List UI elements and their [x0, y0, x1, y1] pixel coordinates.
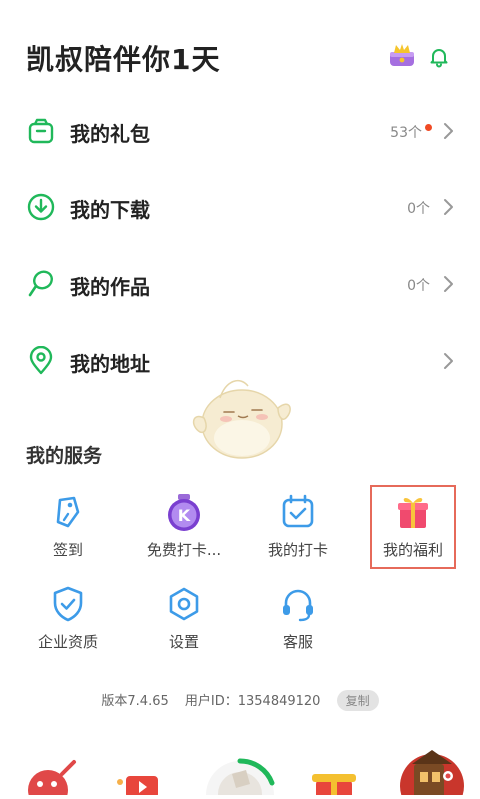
chevron-right-icon — [442, 273, 456, 295]
service-label: 企业资质 — [37, 633, 98, 651]
services-section-title: 我的服务 — [26, 445, 103, 467]
menu-item-count: 53个 — [390, 125, 422, 141]
menu-item-count: 0个 — [407, 201, 430, 217]
headset-icon — [278, 584, 318, 624]
menu-item-count: 0个 — [407, 278, 430, 294]
user-id-text: 用户ID：1354849120 — [184, 694, 321, 709]
service-settings[interactable]: 设置 — [126, 578, 242, 666]
service-sign-in[interactable]: 签到 — [10, 486, 126, 574]
page-title: 凯叔陪伴你1天 — [26, 43, 221, 76]
service-label: 客服 — [282, 633, 313, 651]
bell-icon[interactable] — [428, 46, 450, 68]
menu-item-label: 我的下载 — [70, 198, 150, 222]
app-info-line: 版本7.4.65 用户ID：1354849120 复制 — [0, 690, 480, 711]
service-my-welfare[interactable]: 我的福利 — [370, 485, 456, 569]
tab-gift-icon[interactable] — [312, 774, 356, 799]
gift-box-icon — [393, 492, 433, 532]
menu-item-label: 我的作品 — [70, 275, 150, 299]
mascot-illustration — [186, 372, 296, 464]
service-my-checkin[interactable]: 我的打卡 — [240, 486, 356, 574]
menu-item-label: 我的礼包 — [70, 122, 150, 146]
settings-icon — [164, 584, 204, 624]
chevron-right-icon — [442, 120, 456, 142]
crown-gift-icon[interactable] — [387, 42, 417, 70]
shield-check-icon — [48, 584, 88, 624]
k-badge-icon: K — [164, 492, 204, 532]
chevron-right-icon — [442, 350, 456, 372]
service-customer-support[interactable]: 客服 — [240, 578, 356, 666]
microphone-icon — [26, 269, 56, 299]
service-free-checkin[interactable]: K 免费打卡... — [126, 486, 242, 574]
bottom-tab-bar — [0, 740, 480, 799]
menu-item-downloads[interactable]: 我的下载 0个 — [0, 170, 480, 246]
download-icon — [26, 192, 56, 222]
notification-dot — [425, 124, 432, 131]
service-label: 设置 — [168, 633, 199, 651]
menu-item-gift-bag[interactable]: 我的礼包 53个 — [0, 94, 480, 170]
service-label: 免费打卡... — [146, 541, 222, 559]
tab-home-icon[interactable] — [28, 760, 76, 799]
version-text: 版本7.4.65 — [101, 694, 169, 709]
service-label: 签到 — [52, 541, 83, 559]
location-icon — [26, 345, 56, 376]
service-company-qualification[interactable]: 企业资质 — [10, 578, 126, 666]
service-label: 我的福利 — [382, 541, 443, 559]
gift-bag-icon — [26, 116, 56, 146]
calendar-check-icon — [278, 492, 318, 532]
tab-profile-avatar-icon[interactable] — [400, 750, 464, 799]
menu-item-works[interactable]: 我的作品 0个 — [0, 247, 480, 323]
service-label: 我的打卡 — [267, 541, 328, 559]
tag-icon — [48, 492, 88, 532]
tab-center-play-icon[interactable] — [206, 758, 275, 799]
menu-item-label: 我的地址 — [70, 352, 150, 376]
chevron-right-icon — [442, 196, 456, 218]
tab-video-icon[interactable] — [117, 776, 158, 798]
copy-button[interactable]: 复制 — [336, 690, 379, 711]
svg-text:K: K — [178, 506, 191, 525]
